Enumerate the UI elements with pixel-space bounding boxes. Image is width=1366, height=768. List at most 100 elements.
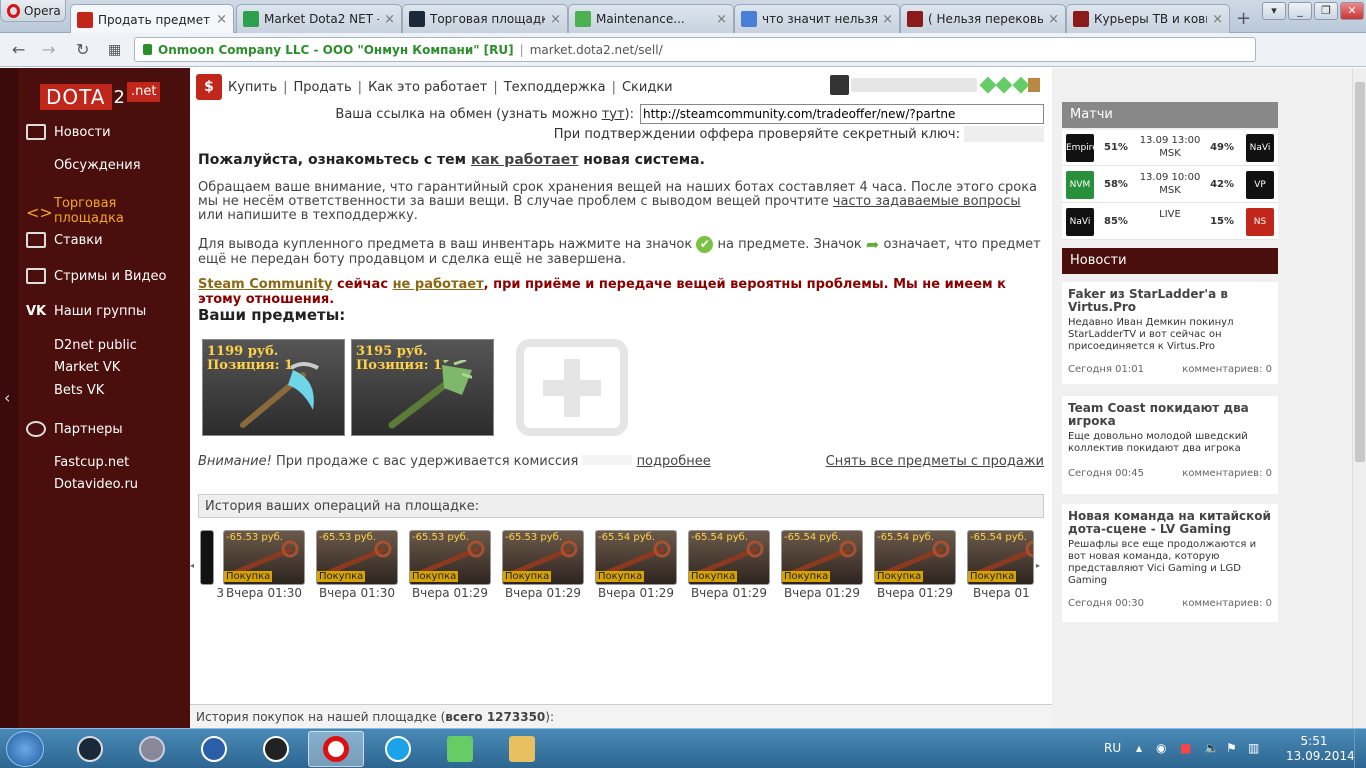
history-item[interactable]: -65.54 руб. Покупка (874, 530, 956, 585)
steam-community-link[interactable]: Steam Community (198, 277, 332, 292)
forward-icon[interactable]: → (42, 40, 55, 59)
nav-discounts[interactable]: Скидки (622, 80, 673, 95)
item-card[interactable]: 3195 руб. Позиция: 1 (351, 339, 494, 436)
opera-menu-button[interactable]: Opera (0, 0, 66, 22)
history-item[interactable]: -65.53 руб. Покупка (409, 530, 491, 585)
taskbar-opera[interactable] (308, 731, 364, 767)
network-icon[interactable]: ▥ (1248, 741, 1259, 755)
sidebar-item-market-vk[interactable]: Market VK (54, 360, 120, 375)
tab-google-search[interactable]: что значит нельзя п × (734, 4, 900, 33)
flag-icon[interactable]: ⚑ (1226, 741, 1237, 755)
nav-sell[interactable]: Продать (294, 80, 352, 95)
sidebar-item-d2net-public[interactable]: D2net public (54, 338, 137, 353)
sidebar-item-fastcup[interactable]: Fastcup.net (54, 455, 129, 470)
tab-market-dota2[interactable]: Market Dota2 NET - × (236, 4, 402, 33)
tab-sell-items[interactable]: Продать предметы | × (70, 4, 234, 34)
nav-how-it-works[interactable]: Как это работает (368, 80, 487, 95)
history-item[interactable]: -65.53 руб. Покупка (316, 530, 398, 585)
news-title[interactable]: Faker из StarLadder'a в Virtus.Pro (1068, 288, 1272, 314)
tray-app-icon[interactable]: ■ (1180, 741, 1191, 755)
taskbar-app-7[interactable] (432, 731, 488, 767)
nav-buy[interactable]: Купить (228, 80, 277, 95)
trade-link-help-link[interactable]: тут (602, 107, 625, 122)
balance-gem-icon[interactable] (1012, 76, 1029, 94)
news-card[interactable]: Faker из StarLadder'a в Virtus.Pro Недав… (1062, 282, 1278, 384)
sidebar-item-discussions[interactable]: Обсуждения (54, 158, 141, 173)
history-item[interactable]: -65.54 руб. Покупка (595, 530, 677, 585)
tab-couriers[interactable]: Курьеры ТВ и ковка × (1066, 4, 1230, 33)
how-it-works-link[interactable]: как работает (471, 152, 578, 168)
sidebar-item-bets-vk[interactable]: Bets VK (54, 383, 104, 398)
close-tab-icon[interactable]: × (882, 12, 893, 27)
clock[interactable]: 5:51 13.09.2014 (1286, 734, 1355, 764)
speed-dial-icon[interactable]: ▦ (108, 42, 121, 58)
news-title[interactable]: Новая команда на китайской дота-сцене - … (1068, 510, 1272, 536)
history-item[interactable]: -65.53 руб. Покупка (502, 530, 584, 585)
balance-gem-icon[interactable] (979, 76, 996, 94)
taskbar-app-3[interactable] (186, 731, 242, 767)
steam-tray-icon[interactable]: ◉ (1156, 741, 1166, 755)
taskbar-skype[interactable] (370, 731, 426, 767)
back-icon[interactable]: ← (12, 40, 25, 59)
sidebar-item-partners[interactable]: Партнеры (26, 421, 123, 437)
not-working-link[interactable]: не работает (393, 277, 484, 292)
history-item[interactable]: -65.54 руб. Покупка (967, 530, 1034, 585)
trade-link-input[interactable] (640, 104, 1044, 124)
sidebar-item-news[interactable]: Новости (26, 124, 111, 140)
tab-forum-reforge[interactable]: ( Нельзя перековыв × (900, 4, 1066, 33)
restore-button[interactable]: ❐ (1314, 2, 1338, 20)
match-row[interactable]: NaVi 85% LIVE 15% NS (1062, 204, 1278, 240)
new-tab-button[interactable]: + (1236, 8, 1251, 29)
history-item[interactable]: -65.53 руб. Покупка (223, 530, 305, 585)
volume-icon[interactable]: 🔈 (1204, 741, 1219, 755)
close-tab-icon[interactable]: × (384, 12, 395, 27)
close-window-button[interactable]: ✕ (1340, 2, 1364, 20)
sidebar-item-streams[interactable]: Стримы и Видео (26, 268, 166, 284)
remove-all-items-link[interactable]: Снять все предметы с продажи (826, 454, 1044, 469)
nav-support[interactable]: Техподдержка (504, 80, 606, 95)
news-card[interactable]: Team Coast покидают два игрока Еще довол… (1062, 396, 1278, 494)
close-tab-icon[interactable]: × (1212, 12, 1223, 27)
faq-link[interactable]: часто задаваемые вопросы (833, 194, 1021, 209)
market-logo-icon[interactable]: $ (196, 74, 222, 100)
sidebar-item-dotavideo[interactable]: Dotavideo.ru (54, 477, 138, 492)
logout-icon[interactable] (1028, 78, 1041, 92)
taskbar-explorer[interactable] (494, 731, 550, 767)
history-item[interactable]: -65.54 руб. Покупка (781, 530, 863, 585)
page-scrollbar[interactable] (1352, 68, 1366, 728)
item-card[interactable]: 1199 руб. Позиция: 1 (202, 339, 345, 436)
balance-gem-icon[interactable] (995, 76, 1013, 94)
news-card[interactable]: Новая команда на китайской дота-сцене - … (1062, 504, 1278, 622)
tray-expand-icon[interactable]: ▴ (1136, 741, 1142, 755)
news-title[interactable]: Team Coast покидают два игрока (1068, 402, 1272, 428)
tab-steam-market[interactable]: Торговая площадка × (402, 4, 568, 33)
scrollbar-thumb[interactable] (1355, 82, 1365, 462)
avatar[interactable] (830, 75, 850, 95)
start-button[interactable] (6, 731, 44, 767)
close-tab-icon[interactable]: × (550, 12, 561, 27)
sidebar-item-bets[interactable]: Ставки (26, 232, 103, 248)
match-row[interactable]: Empire 51% 13.09 13:00 MSK 49% NaVi (1062, 130, 1278, 166)
taskbar-app-4[interactable] (248, 731, 304, 767)
close-tab-icon[interactable]: × (1048, 12, 1059, 27)
minimize-button[interactable]: _ (1288, 2, 1312, 20)
reload-icon[interactable]: ↻ (76, 40, 89, 59)
tab-maintenance[interactable]: Maintenance... × (568, 4, 734, 33)
sidebar-item-trade[interactable]: <> Торговая площадка (26, 196, 190, 226)
add-item-button[interactable] (516, 339, 628, 436)
taskbar-steam[interactable] (62, 731, 118, 767)
tab-list-button[interactable]: ▾ (1262, 2, 1286, 20)
sidebar-item-groups[interactable]: VK Наши группы (26, 304, 146, 319)
site-logo[interactable]: DOTA 2 .net (40, 82, 161, 110)
close-tab-icon[interactable]: × (216, 12, 227, 27)
history-item-partial[interactable] (200, 530, 214, 585)
collapse-arrow-icon[interactable]: ‹ (4, 388, 10, 407)
match-row[interactable]: NVM 58% 13.09 10:00 MSK 42% VP (1062, 167, 1278, 203)
history-item[interactable]: -65.54 руб. Покупка (688, 530, 770, 585)
scroll-right-icon[interactable]: ▸ (1036, 530, 1044, 600)
commission-details-link[interactable]: подробнее (637, 454, 711, 469)
language-indicator[interactable]: RU (1104, 741, 1121, 755)
address-field[interactable]: Onmoon Company LLC - ООО "Онмун Компани"… (134, 37, 1256, 62)
taskbar-app-2[interactable] (124, 731, 180, 767)
show-desktop-button[interactable] (1354, 729, 1366, 768)
